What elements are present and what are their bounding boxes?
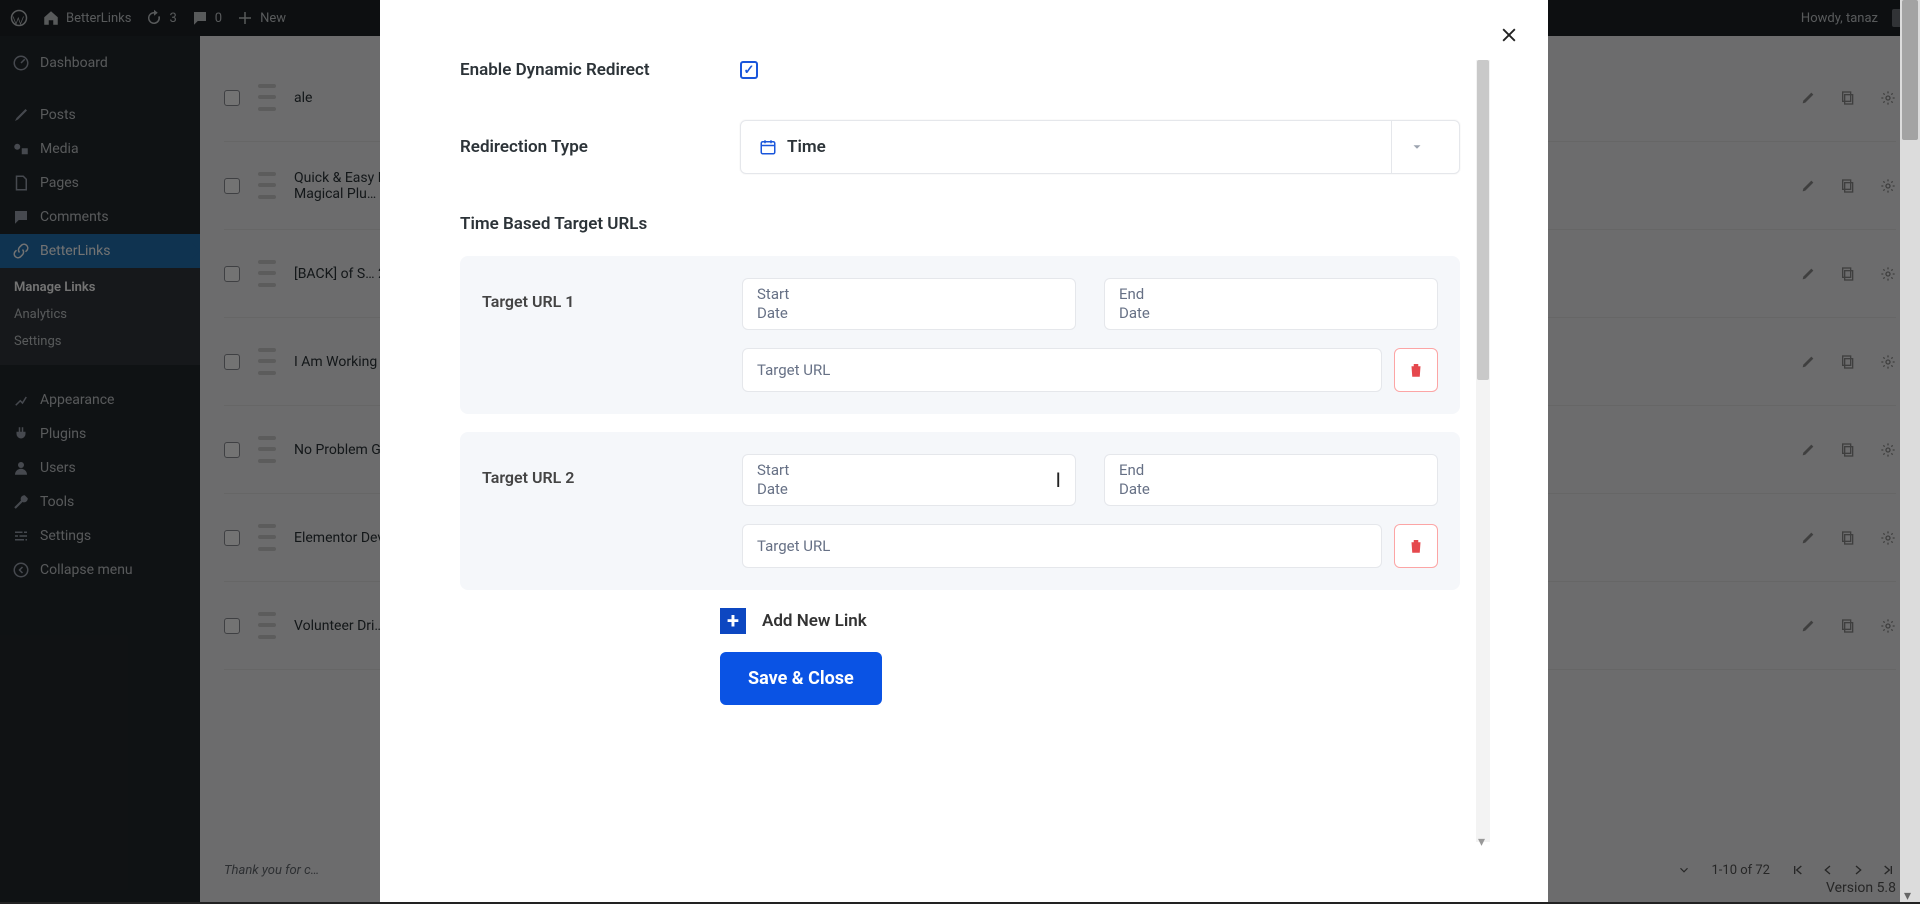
redirection-type-select[interactable]: Time bbox=[740, 120, 1460, 174]
end-date-input[interactable]: EndDate bbox=[1104, 278, 1438, 330]
delete-target-button[interactable] bbox=[1394, 348, 1438, 392]
scrollbar-thumb[interactable] bbox=[1902, 0, 1918, 140]
close-button[interactable] bbox=[1496, 22, 1522, 48]
scrollbar-thumb[interactable] bbox=[1477, 60, 1489, 380]
target-label: Target URL 1 bbox=[482, 278, 742, 392]
plus-icon: + bbox=[720, 608, 746, 634]
start-date-input[interactable]: StartDate I bbox=[742, 454, 1076, 506]
end-date-input[interactable]: EndDate bbox=[1104, 454, 1438, 506]
start-date-input[interactable]: StartDate bbox=[742, 278, 1076, 330]
text-cursor-icon: I bbox=[1056, 468, 1061, 492]
window-scrollbar[interactable]: ▴ ▾ bbox=[1900, 0, 1920, 902]
target-url-input[interactable] bbox=[742, 348, 1382, 392]
calendar-icon bbox=[759, 138, 777, 156]
add-new-link-button[interactable]: + Add New Link bbox=[720, 608, 1460, 634]
save-close-button[interactable]: Save & Close bbox=[720, 652, 882, 705]
target-label: Target URL 2 bbox=[482, 454, 742, 568]
enable-dynamic-redirect-checkbox[interactable]: ✓ bbox=[740, 61, 758, 79]
redirection-type-label: Redirection Type bbox=[460, 137, 740, 157]
target-url-card: Target URL 1 StartDate EndDate bbox=[460, 256, 1460, 414]
target-url-field[interactable] bbox=[757, 361, 1367, 379]
target-url-input[interactable] bbox=[742, 524, 1382, 568]
section-title: Time Based Target URLs bbox=[460, 214, 1460, 234]
chevron-down-icon bbox=[1391, 121, 1441, 173]
redirection-type-value: Time bbox=[787, 137, 826, 157]
target-url-field[interactable] bbox=[757, 537, 1367, 555]
dynamic-redirect-modal: ▴ ▾ Enable Dynamic Redirect ✓ Redirectio… bbox=[380, 0, 1548, 902]
modal-scrollbar[interactable]: ▴ ▾ bbox=[1476, 60, 1490, 842]
add-new-link-label: Add New Link bbox=[762, 611, 867, 631]
target-url-card: Target URL 2 StartDate I EndDate bbox=[460, 432, 1460, 590]
delete-target-button[interactable] bbox=[1394, 524, 1438, 568]
enable-dynamic-redirect-label: Enable Dynamic Redirect bbox=[460, 60, 740, 80]
